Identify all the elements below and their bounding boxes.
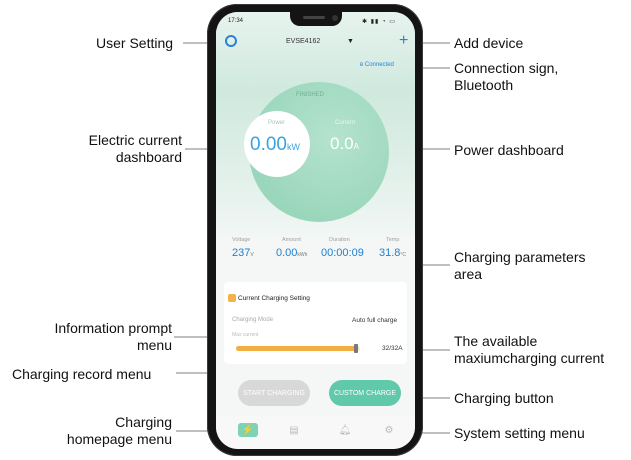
connection-status: ʙ Connected bbox=[360, 62, 394, 68]
power-label: Power bbox=[268, 120, 286, 126]
param-label-voltage: Voltage bbox=[232, 237, 251, 243]
current-label: Current bbox=[335, 120, 356, 126]
device-title[interactable]: EVSE4162 bbox=[286, 38, 320, 45]
charging-state: FINISHED bbox=[296, 92, 325, 98]
mode-label: Charging Mode bbox=[232, 317, 274, 323]
record-icon[interactable]: ▤ bbox=[284, 423, 304, 437]
callout-power-dashboard: Power dashboard bbox=[454, 142, 564, 158]
callout-charging-record: Charging record menu bbox=[12, 366, 152, 382]
current-value: 0.0A bbox=[330, 134, 359, 153]
param-label-duration: Duration bbox=[329, 237, 350, 243]
user-icon[interactable] bbox=[225, 35, 237, 47]
lightning-icon[interactable]: ⚡ bbox=[238, 423, 258, 437]
callout-charging-button: Charging button bbox=[454, 390, 554, 406]
power-value: 0.00kW bbox=[250, 134, 300, 155]
settings-icon[interactable]: ⚙ bbox=[379, 423, 399, 437]
start-charging-button[interactable]: START CHARGING bbox=[238, 380, 310, 406]
chevron-down-icon[interactable]: ▼ bbox=[347, 38, 354, 45]
card-title: Current Charging Setting bbox=[238, 295, 310, 302]
callout-charging-home: Charging homepage menu bbox=[66, 414, 172, 447]
status-icons: ✱ ▮▮ ◔ ▭ bbox=[362, 19, 396, 25]
callout-user-setting: User Setting bbox=[96, 35, 174, 51]
bell-icon[interactable]: 🔔︎ bbox=[335, 423, 355, 437]
callout-electric-current: Electric current dashboard bbox=[88, 132, 182, 165]
max-current-fill bbox=[236, 346, 357, 351]
param-label-temp: Temp bbox=[386, 237, 400, 243]
mode-value[interactable]: Auto full charge bbox=[352, 317, 397, 324]
param-value-amount: 0.00kWh bbox=[276, 247, 308, 259]
speaker bbox=[303, 16, 325, 19]
custom-charge-button[interactable]: CUSTOM CHARGE bbox=[329, 380, 401, 406]
status-time: 17:34 bbox=[228, 18, 244, 24]
param-value-temp: 31.8°C bbox=[379, 247, 407, 259]
param-value-duration: 00:00:09 bbox=[321, 247, 364, 259]
max-current-label: Max current bbox=[232, 332, 259, 338]
max-current-slider-handle[interactable] bbox=[354, 344, 359, 353]
camera bbox=[332, 15, 338, 21]
callout-add-device: Add device bbox=[454, 35, 524, 51]
plus-icon[interactable]: + bbox=[399, 32, 408, 50]
param-label-amount: Amount bbox=[282, 237, 301, 243]
setting-icon bbox=[228, 294, 236, 302]
callout-params-area: Charging parameters area bbox=[454, 249, 586, 282]
phone-screen: 17:34 ✱ ▮▮ ◔ ▭ EVSE4162 ▼ + ʙ Connected … bbox=[216, 12, 415, 449]
callout-available: The available maxiumcharging current bbox=[454, 333, 605, 366]
max-current-value: 32/32A bbox=[382, 345, 403, 352]
callout-info-prompt: Information prompt menu bbox=[54, 320, 173, 353]
callout-connection: Connection sign, Bluetooth bbox=[454, 60, 559, 93]
callout-system-setting: System setting menu bbox=[454, 425, 585, 441]
param-value-voltage: 237V bbox=[232, 247, 254, 259]
